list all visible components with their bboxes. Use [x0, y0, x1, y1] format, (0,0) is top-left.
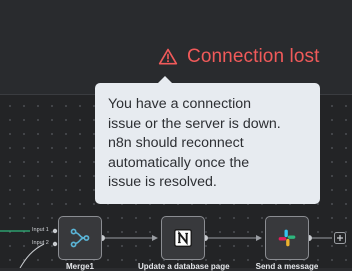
tooltip-line: You have a connection: [108, 96, 252, 112]
slack-node-label: Send a message: [255, 262, 319, 271]
warning-triangle-icon: [158, 48, 178, 65]
notion-icon: [174, 229, 192, 247]
tooltip-arrow: [157, 76, 173, 84]
merge-icon: [70, 228, 90, 248]
merge-input-2-label: Input 2: [32, 240, 49, 246]
connection-tooltip: You have a connection issue or the serve…: [95, 76, 320, 204]
tooltip-line: issue or the server is down.: [108, 115, 281, 132]
plus-icon[interactable]: [334, 232, 346, 244]
merge-node-label: Merge1: [65, 262, 94, 271]
connection-status[interactable]: Connection lost: [158, 44, 319, 70]
merge-input-1-label: Input 1: [32, 227, 49, 233]
notion-node-label: Update a database page: [138, 262, 230, 271]
merge-node[interactable]: [58, 216, 102, 260]
status-label: Connection lost: [187, 46, 320, 67]
tooltip-line: issue is resolved.: [108, 174, 217, 190]
tooltip-line: automatically once the: [108, 154, 250, 171]
slack-icon: [278, 229, 296, 247]
notion-node[interactable]: [161, 216, 205, 260]
tooltip-line: n8n should reconnect: [108, 135, 244, 151]
slack-node[interactable]: [265, 216, 309, 260]
